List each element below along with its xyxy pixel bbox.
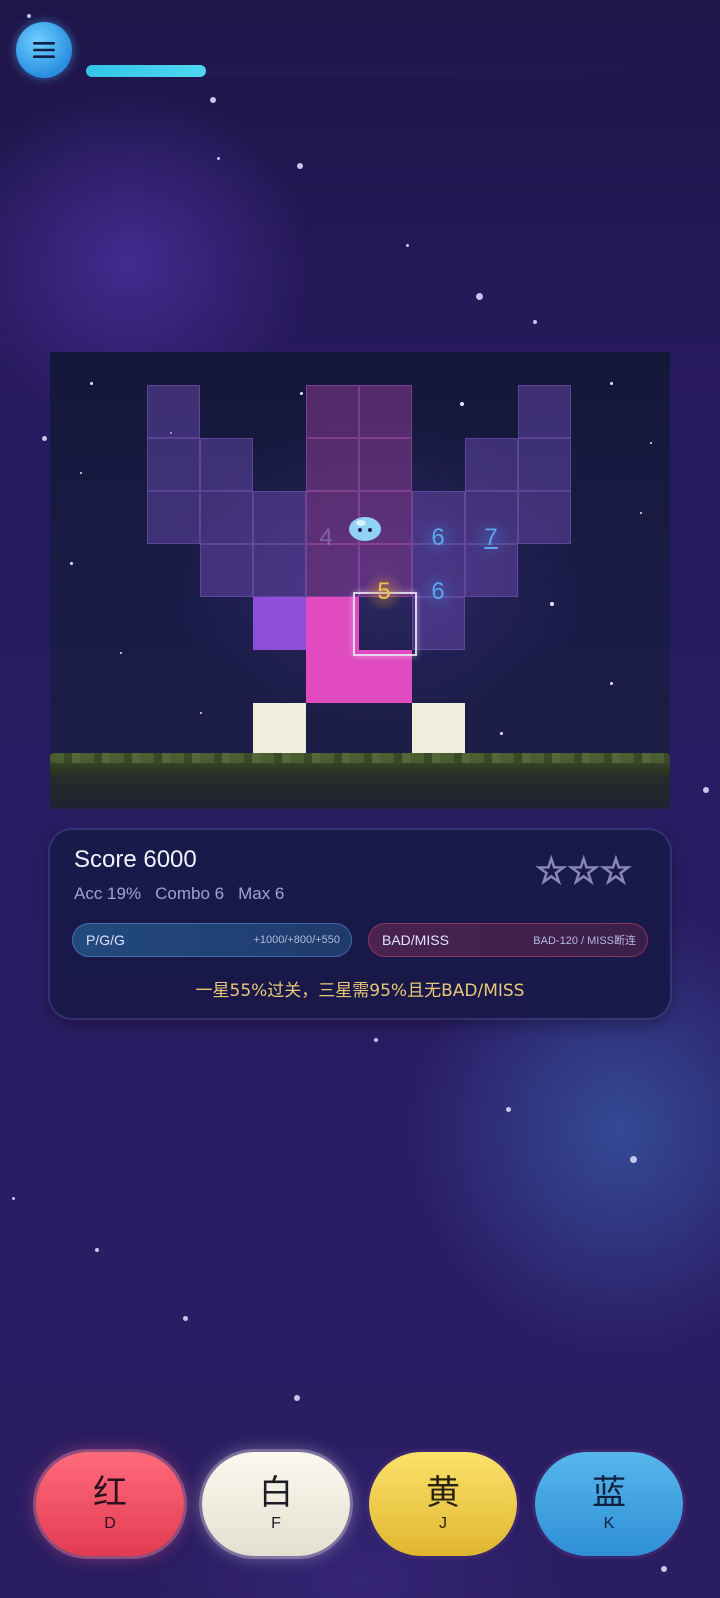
board-star [650,442,652,444]
slime-character-icon [349,517,381,541]
accuracy-stat: Acc 19% [74,884,142,903]
level-progress-fill [86,65,206,77]
good-judgement-points: +1000/+800/+550 [253,934,340,946]
ghost-cell [200,544,253,597]
background-star [374,1038,378,1042]
placed-block [412,703,465,756]
ghost-cell [359,385,412,438]
ghost-cell [306,438,359,491]
placed-block [253,703,306,756]
background-star [297,163,303,169]
background-star [506,1107,511,1112]
score-label: Score 6000 [74,846,197,873]
board-star [610,682,613,685]
red-key-label: 红 [93,1473,127,1513]
board-star [200,712,202,714]
ghost-cell [253,491,306,544]
background-star [533,320,537,324]
menu-button[interactable] [16,22,72,78]
board-star [70,562,73,565]
ground-strip [50,753,670,809]
ghost-cell [253,544,306,597]
background-star [42,436,47,441]
board-star [550,602,554,606]
beat-number: 5 [364,572,404,612]
background-star [210,97,216,103]
bad-judgement-label: BAD/MISS [382,932,449,948]
background-star [95,1248,99,1252]
board-star [300,392,303,395]
ghost-cell [200,438,253,491]
level-progress-bar [86,65,686,77]
max-combo-stat: Max 6 [238,884,285,903]
background-star [217,157,220,160]
ghost-cell [518,385,571,438]
board-star [80,472,82,474]
blue-key-label: 蓝 [592,1473,626,1513]
rating-star-icon: ☆ [599,851,633,892]
placed-block [306,597,359,650]
board-star [120,652,122,654]
white-key-shortcut: F [271,1515,281,1532]
ghost-cell [518,491,571,544]
board-star [500,732,503,735]
yellow-key-label: 黄 [426,1473,460,1513]
ghost-cell [200,491,253,544]
yellow-key-button[interactable]: 黄 J [369,1452,517,1556]
rating-star-icon: ☆ [567,851,601,892]
hamburger-menu-icon [33,42,55,58]
ghost-cell [147,438,200,491]
star-rating: ☆ ☆ ☆ [534,851,633,892]
placed-block [359,650,412,703]
good-judgement-pill: P/G/G +1000/+800/+550 [72,923,352,957]
blue-key-button[interactable]: 蓝 K [535,1452,683,1556]
background-star [27,14,31,18]
score-panel: Score 6000 Acc 19% Combo 6 Max 6 ☆ ☆ ☆ P/G… [50,830,670,1018]
board-star [610,382,613,385]
ghost-cell [518,438,571,491]
bad-judgement-pill: BAD/MISS BAD-120 / MISS断连 [368,923,648,957]
background-star [630,1156,637,1163]
background-star [476,293,483,300]
beat-number: 6 [418,572,458,612]
combo-stat: Combo 6 [155,884,225,903]
ghost-cell [465,438,518,491]
background-star [294,1395,300,1401]
ghost-cell [147,385,200,438]
placed-block [306,650,359,703]
background-star [661,1566,667,1572]
background-star [12,1197,15,1200]
board-star [640,512,642,514]
board-star [460,402,464,406]
bad-judgement-points: BAD-120 / MISS断连 [533,935,636,947]
background-star [406,244,409,247]
white-key-button[interactable]: 白 F [202,1452,350,1556]
yellow-key-shortcut: J [439,1515,447,1532]
red-key-shortcut: D [104,1515,116,1532]
beat-number: 7 [471,518,511,558]
beat-number: 6 [418,518,458,558]
board-star [90,382,93,385]
star-rule-hint: 一星55%过关，三星需95%且无BAD/MISS [195,981,525,1001]
background-star [183,1316,188,1321]
beat-number: 4 [319,524,333,551]
game-board: 4 6 7 5 6 [50,352,670,809]
background-star [703,787,709,793]
red-key-button[interactable]: 红 D [36,1452,184,1556]
stats-row: Acc 19% Combo 6 Max 6 [74,884,284,904]
white-key-label: 白 [259,1473,293,1513]
ghost-cell [147,491,200,544]
ghost-cell [359,438,412,491]
blue-key-shortcut: K [603,1515,615,1532]
ghost-cell [306,385,359,438]
placed-block [253,597,306,650]
rating-star-icon: ☆ [534,851,568,892]
good-judgement-label: P/G/G [86,932,125,948]
